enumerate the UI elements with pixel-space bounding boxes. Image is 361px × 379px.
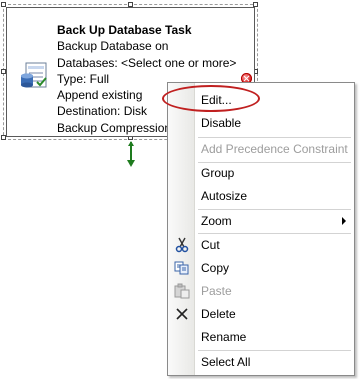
paste-icon xyxy=(174,283,190,299)
menu-item-zoom[interactable]: Zoom xyxy=(168,210,354,232)
menu-item-group[interactable]: Group xyxy=(168,162,354,184)
backup-task-icon xyxy=(21,62,47,88)
menu-item-select-all[interactable]: Select All xyxy=(168,351,354,373)
menu-item-autosize[interactable]: Autosize xyxy=(168,185,354,207)
copy-icon xyxy=(174,261,189,275)
menu-item-copy[interactable]: Copy xyxy=(168,257,354,279)
menu-item-paste: Paste xyxy=(168,280,354,302)
scissors-icon xyxy=(175,237,189,253)
menu-item-delete[interactable]: Delete xyxy=(168,303,354,325)
menu-item-add-precedence-constraint: Add Precedence Constraint xyxy=(201,142,348,156)
menu-item-disable[interactable]: Disable xyxy=(168,112,354,134)
precedence-connector-arrow[interactable] xyxy=(126,140,136,170)
task-title: Back Up Database Task xyxy=(57,23,192,37)
menu-item-cut[interactable]: Cut xyxy=(168,234,354,256)
submenu-arrow-icon xyxy=(342,217,346,225)
menu-item-edit[interactable]: Edit... xyxy=(168,89,354,111)
context-menu: Edit... Disable Add Precedence Constrain… xyxy=(167,82,355,376)
menu-item-rename[interactable]: Rename xyxy=(168,326,354,348)
delete-x-icon xyxy=(176,308,188,320)
task-line-server: Backup Database on xyxy=(57,39,169,54)
task-line-databases: Databases: <Select one or more> xyxy=(57,55,237,70)
